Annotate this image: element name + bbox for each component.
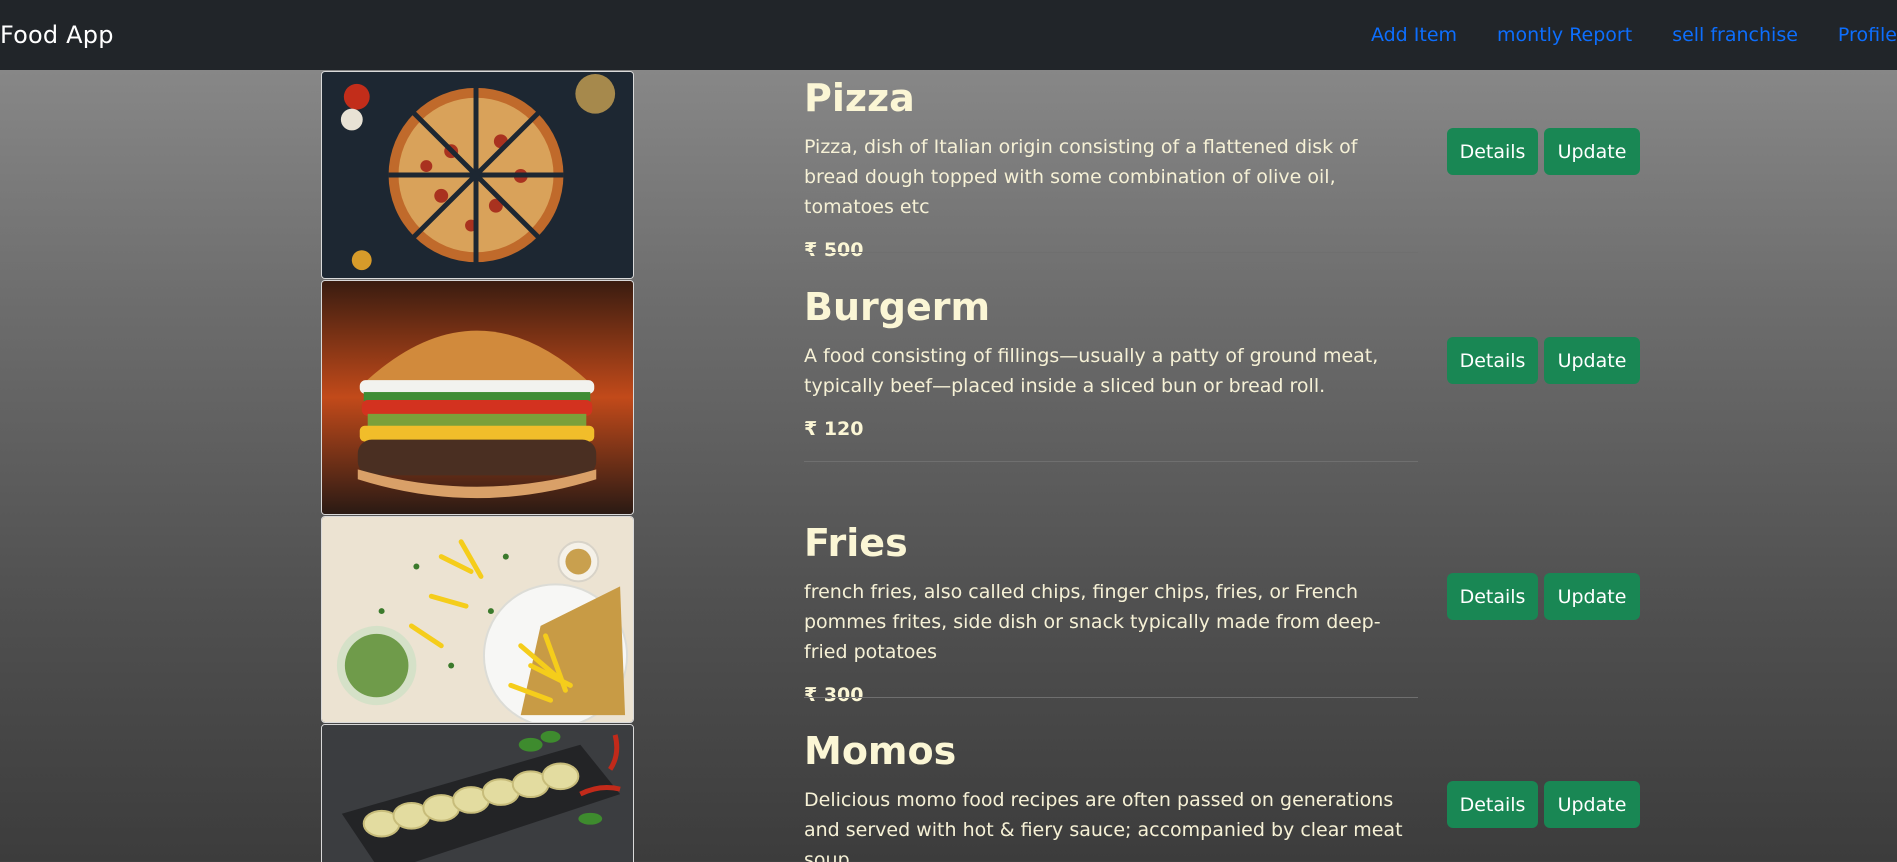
- nav-links: Add Item montly Report sell franchise Pr…: [1331, 0, 1897, 70]
- momos-info: Momos Delicious momo food recipes are of…: [804, 729, 1418, 862]
- update-button[interactable]: Update: [1544, 337, 1640, 384]
- item-price: ₹ 500: [804, 239, 864, 261]
- nav-link-monthly-report[interactable]: montly Report: [1497, 24, 1632, 46]
- item-divider: [804, 252, 1418, 253]
- burger-image: [321, 280, 634, 515]
- nav-link-sell-franchise[interactable]: sell franchise: [1672, 24, 1798, 46]
- details-button[interactable]: Details: [1447, 781, 1538, 828]
- burger-actions: Details Update: [1447, 337, 1640, 384]
- pizza-info: Pizza Pizza, dish of Italian origin cons…: [804, 76, 1418, 262]
- update-button[interactable]: Update: [1544, 128, 1640, 175]
- item-description: Pizza, dish of Italian origin consisting…: [804, 136, 1358, 218]
- item-title: Pizza: [804, 76, 915, 120]
- item-title: Fries: [804, 521, 908, 565]
- item-description: french fries, also called chips, finger …: [804, 581, 1381, 663]
- item-price: ₹ 300: [804, 684, 864, 706]
- fries-info: Fries french fries, also called chips, f…: [804, 521, 1418, 707]
- item-price: ₹ 120: [804, 418, 864, 440]
- burger-info: Burgerm A food consisting of fillings—us…: [804, 285, 1418, 441]
- momos-actions: Details Update: [1447, 781, 1640, 828]
- fries-image: [321, 516, 634, 723]
- navbar: Food App Add Item montly Report sell fra…: [0, 0, 1897, 70]
- brand-logo[interactable]: Food App: [0, 21, 114, 49]
- details-button[interactable]: Details: [1447, 573, 1538, 620]
- item-title: Momos: [804, 729, 957, 773]
- details-button[interactable]: Details: [1447, 337, 1538, 384]
- nav-link-profile[interactable]: Profile: [1838, 24, 1897, 46]
- momos-image: [321, 724, 634, 862]
- item-divider: [804, 461, 1418, 462]
- update-button[interactable]: Update: [1544, 573, 1640, 620]
- fries-actions: Details Update: [1447, 573, 1640, 620]
- item-description: Delicious momo food recipes are often pa…: [804, 789, 1403, 862]
- item-divider: [804, 697, 1418, 698]
- update-button[interactable]: Update: [1544, 781, 1640, 828]
- pizza-image: [321, 71, 634, 279]
- item-description: A food consisting of fillings—usually a …: [804, 345, 1379, 397]
- nav-link-add-item[interactable]: Add Item: [1371, 24, 1457, 46]
- details-button[interactable]: Details: [1447, 128, 1538, 175]
- pizza-actions: Details Update: [1447, 128, 1640, 175]
- item-title: Burgerm: [804, 285, 991, 329]
